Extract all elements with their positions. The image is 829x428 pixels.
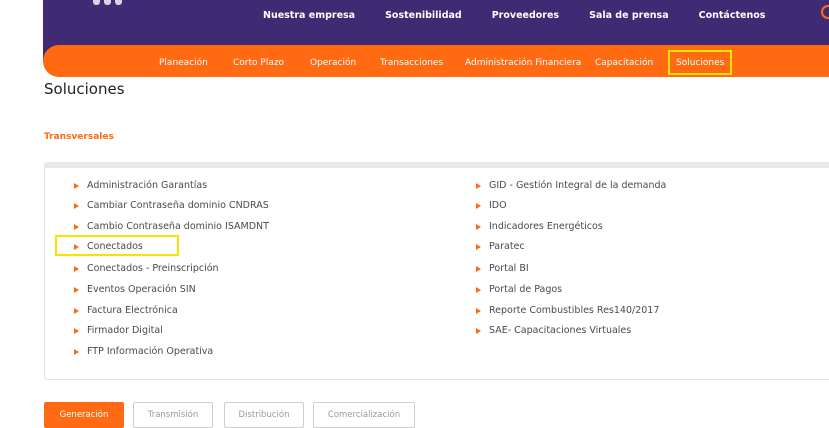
link-label[interactable]: Administración Garantías <box>87 180 207 191</box>
link-conectados-preinscripcion[interactable]: Conectados - Preinscripción <box>74 263 219 274</box>
link-conectados-highlight <box>55 235 179 256</box>
tab-generacion[interactable]: Generación <box>44 402 124 428</box>
link-portal-bi[interactable]: Portal BI <box>476 263 529 274</box>
arrow-icon <box>74 223 79 230</box>
link-factura-electronica[interactable]: Factura Electrónica <box>74 305 178 316</box>
link-gid[interactable]: GID - Gestión Integral de la demanda <box>476 180 666 191</box>
link-label[interactable]: Paratec <box>489 241 525 252</box>
arrow-icon <box>476 182 481 189</box>
link-ftp-informacion-operativa[interactable]: FTP Información Operativa <box>74 346 213 357</box>
link-label[interactable]: GID - Gestión Integral de la demanda <box>489 180 666 191</box>
link-label[interactable]: Factura Electrónica <box>87 305 178 316</box>
top-nav-sala-de-prensa[interactable]: Sala de prensa <box>589 10 669 26</box>
arrow-icon <box>74 265 79 272</box>
top-nav-contactenos[interactable]: Contáctenos <box>699 10 766 26</box>
link-label[interactable]: Conectados - Preinscripción <box>87 263 219 274</box>
link-cambio-contrasena-isamdnt[interactable]: Cambio Contraseña dominio ISAMDNT <box>74 221 269 232</box>
link-sae-capacitaciones[interactable]: SAE- Capacitaciones Virtuales <box>476 325 631 336</box>
arrow-icon <box>476 286 481 293</box>
nav-transacciones[interactable]: Transacciones <box>380 58 443 68</box>
link-label[interactable]: Cambiar Contraseña dominio CNDRAS <box>87 200 269 211</box>
top-nav: Nuestra empresa Sostenibilidad Proveedor… <box>263 10 795 26</box>
link-label[interactable]: Indicadores Energéticos <box>489 221 603 232</box>
link-ido[interactable]: IDO <box>476 200 507 211</box>
link-cambiar-contrasena-cndras[interactable]: Cambiar Contraseña dominio CNDRAS <box>74 200 269 211</box>
link-firmador-digital[interactable]: Firmador Digital <box>74 325 163 336</box>
link-administracion-garantias[interactable]: Administración Garantías <box>74 180 207 191</box>
arrow-icon <box>74 348 79 355</box>
link-indicadores-energeticos[interactable]: Indicadores Energéticos <box>476 221 603 232</box>
link-label[interactable]: Cambio Contraseña dominio ISAMDNT <box>87 221 269 232</box>
top-nav-sostenibilidad[interactable]: Sostenibilidad <box>385 10 462 26</box>
link-eventos-operacion-sin[interactable]: Eventos Operación SIN <box>74 284 196 295</box>
nav-capacitacion[interactable]: Capacitación <box>595 58 653 68</box>
arrow-icon <box>74 182 79 189</box>
link-paratec[interactable]: Paratec <box>476 241 525 252</box>
search-icon[interactable] <box>821 5 829 19</box>
nav-operacion[interactable]: Operación <box>310 58 356 68</box>
arrow-icon <box>74 327 79 334</box>
link-portal-de-pagos[interactable]: Portal de Pagos <box>476 284 562 295</box>
logo[interactable] <box>93 0 122 6</box>
link-label[interactable]: Portal BI <box>489 263 529 274</box>
tab-transmision[interactable]: Transmisión <box>133 402 213 428</box>
arrow-icon <box>74 286 79 293</box>
nav-soluciones-highlight <box>668 50 732 75</box>
nav-administracion-financiera[interactable]: Administración Financiera <box>465 58 581 68</box>
arrow-icon <box>74 307 79 314</box>
top-nav-proveedores[interactable]: Proveedores <box>492 10 559 26</box>
link-label[interactable]: Reporte Combustibles Res140/2017 <box>489 305 659 316</box>
arrow-icon <box>476 202 481 209</box>
link-reporte-combustibles[interactable]: Reporte Combustibles Res140/2017 <box>476 305 659 316</box>
arrow-icon <box>476 327 481 334</box>
link-label[interactable]: Portal de Pagos <box>489 284 562 295</box>
arrow-icon <box>476 265 481 272</box>
tab-comercializacion[interactable]: Comercialización <box>313 402 415 428</box>
top-nav-nuestra-empresa[interactable]: Nuestra empresa <box>263 10 355 26</box>
link-label[interactable]: Eventos Operación SIN <box>87 284 196 295</box>
page-title: Soluciones <box>44 80 125 98</box>
section-title: Transversales <box>44 132 114 142</box>
link-label[interactable]: FTP Información Operativa <box>87 346 213 357</box>
nav-planeacion[interactable]: Planeación <box>159 58 208 68</box>
link-label[interactable]: SAE- Capacitaciones Virtuales <box>489 325 631 336</box>
arrow-icon <box>476 307 481 314</box>
link-label[interactable]: IDO <box>489 200 507 211</box>
tab-distribucion[interactable]: Distribución <box>224 402 304 428</box>
arrow-icon <box>476 243 481 250</box>
nav-corto-plazo[interactable]: Corto Plazo <box>233 58 284 68</box>
arrow-icon <box>74 202 79 209</box>
arrow-icon <box>476 223 481 230</box>
link-label[interactable]: Firmador Digital <box>87 325 163 336</box>
